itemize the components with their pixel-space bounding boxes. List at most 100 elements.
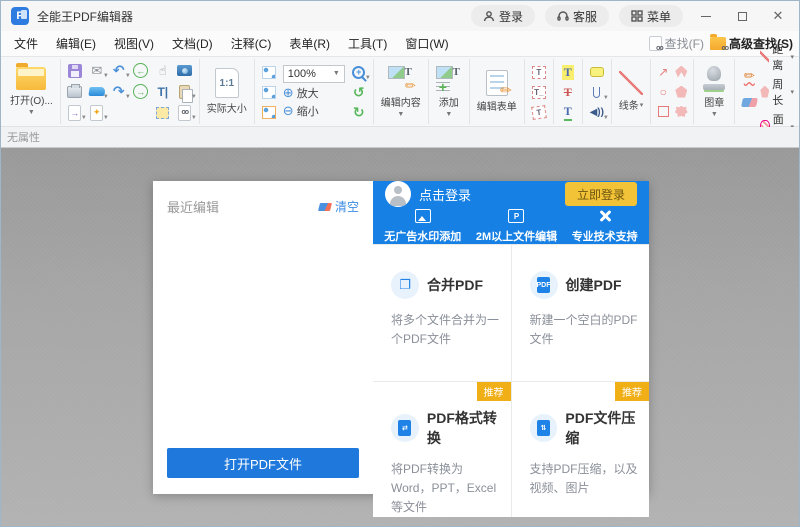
menu-window[interactable]: 窗口(W) [396, 31, 457, 56]
menu-comment[interactable]: 注释(C) [222, 31, 281, 56]
text-box-icon: T [532, 66, 546, 79]
export-button[interactable]: →▼ [64, 102, 86, 123]
snapshot-button[interactable] [174, 60, 196, 81]
previous-view-button[interactable]: ← [130, 60, 152, 81]
zoom-level-select[interactable]: 100%▼ [283, 65, 345, 83]
menu-file[interactable]: 文件 [5, 31, 47, 56]
pencil-tool-button[interactable]: ✏ [738, 66, 760, 87]
create-pdf-card[interactable]: PDF 创建PDF 新建一个空白的PDF文件 [512, 245, 650, 381]
text-select-icon: T| [157, 85, 168, 99]
fit-page-button[interactable] [258, 62, 280, 83]
login-now-button[interactable]: 立即登录 [565, 182, 637, 206]
hand-tool-button[interactable]: ☝ [152, 60, 174, 81]
arrow-shape-button[interactable]: ↗ [655, 64, 671, 80]
next-view-button[interactable]: → [130, 81, 152, 102]
add-button[interactable]: T+ 添加 ▼ [432, 66, 466, 118]
perimeter-tool-button[interactable]: 周长▾ [760, 76, 794, 108]
paste-button[interactable]: ▼ [174, 81, 196, 102]
menu-edit[interactable]: 编辑(E) [47, 31, 105, 56]
clear-recent-button[interactable]: 清空 [319, 198, 359, 215]
menu-bar: 文件 编辑(E) 视图(V) 文档(D) 注释(C) 表单(R) 工具(T) 窗… [1, 31, 799, 57]
scanner-button[interactable]: ▼ [86, 81, 108, 102]
merge-pdf-card[interactable]: ❐ 合并PDF 将多个文件合并为一个PDF文件 [373, 245, 511, 381]
polyline-shape-button[interactable] [673, 64, 689, 80]
toolbar-group-actual-size: 1:1 实际大小 [200, 59, 255, 124]
note-comment-button[interactable] [586, 62, 608, 83]
convert-pdf-card[interactable]: 推荐 ⇄ PDF格式转换 将PDF转换为Word，PPT，Excel等文件 [373, 382, 511, 518]
feature-no-watermark: 无广告水印添加 [384, 209, 461, 244]
menu-label: 菜单 [647, 8, 671, 25]
select-object-button[interactable] [152, 102, 174, 123]
open-pdf-file-button[interactable]: 打开PDF文件 [167, 448, 359, 478]
compress-pdf-card[interactable]: 推荐 ⇅ PDF文件压缩 支持PDF压缩，以及视频、图片 [512, 382, 650, 518]
callout-button[interactable]: T [528, 102, 550, 123]
toolbar-group-zoom: 100%▼ ⊕放大 ⊖缩小 +▼ ↺ ↻ [255, 59, 374, 124]
zoom-out-button[interactable]: ⊖缩小 [283, 103, 345, 119]
circle-shape-button[interactable]: ○ [655, 84, 671, 100]
edit-content-button[interactable]: T✏ 编辑内容 ▼ [377, 66, 425, 118]
pdf-file-icon: P [508, 209, 524, 223]
find-icon [649, 36, 662, 51]
close-button[interactable]: ✕ [765, 5, 791, 27]
eraser-tool-button[interactable] [738, 92, 760, 113]
fit-width-button[interactable] [258, 82, 280, 103]
zoom-in-button[interactable]: ⊕放大 [283, 85, 345, 101]
minimize-button[interactable] [693, 5, 719, 27]
maximize-button[interactable] [729, 5, 755, 27]
menu-tools[interactable]: 工具(T) [339, 31, 396, 56]
attach-file-button[interactable]: ▼ [586, 82, 608, 103]
fit-visible-button[interactable] [258, 102, 280, 123]
rectangle-shape-button[interactable] [655, 104, 671, 120]
pentagon-shape-button[interactable] [673, 84, 689, 100]
line-tool-button[interactable]: 线条▾ [615, 71, 648, 112]
email-icon: ✉ [91, 64, 102, 77]
menu-form[interactable]: 表单(R) [280, 31, 339, 56]
welcome-panel: 最近编辑 清空 打开PDF文件 点击登录 立即登录 无 [153, 181, 649, 494]
stamp-button[interactable]: 图章 ▼ [697, 66, 731, 118]
menu-view[interactable]: 视图(V) [105, 31, 163, 56]
rotate-left-button[interactable]: ↺ [348, 82, 370, 103]
add-icon: T+ [436, 66, 462, 92]
actual-size-button[interactable]: 1:1 实际大小 [203, 68, 251, 115]
print-icon [67, 86, 82, 98]
undo-button[interactable]: ↶▼ [108, 60, 130, 81]
open-file-button[interactable]: 打开(O)... ▼ [6, 67, 57, 116]
recommend-badge: 推荐 [615, 382, 649, 401]
pencil-icon: ✏ [744, 68, 755, 84]
app-identity: P 全能王PDF编辑器 [11, 7, 133, 25]
login-button[interactable]: 登录 [471, 5, 535, 27]
print-button[interactable] [64, 81, 86, 102]
magnifier-icon: + [352, 66, 365, 79]
rotate-right-button[interactable]: ↻ [348, 102, 370, 123]
save-button[interactable] [64, 60, 86, 81]
cloud-shape-button[interactable] [673, 104, 689, 120]
redo-button[interactable]: ↷▼ [108, 81, 130, 102]
advanced-find-icon [710, 37, 726, 50]
menu-document[interactable]: 文档(D) [163, 31, 222, 56]
login-label: 登录 [499, 8, 523, 25]
recent-files-panel: 最近编辑 清空 打开PDF文件 [153, 181, 373, 494]
find-button[interactable]: 查找(F) [649, 35, 704, 52]
new-document-icon: ✦ [90, 105, 103, 121]
text-select-button[interactable]: T| [152, 81, 174, 102]
edit-content-icon: T✏ [388, 66, 414, 92]
edit-form-button[interactable]: 编辑表单 [473, 70, 521, 113]
highlight-button[interactable]: T [557, 62, 579, 83]
customer-service-button[interactable]: 客服 [545, 5, 609, 27]
typewriter-button[interactable]: T_ [528, 82, 550, 103]
new-document-button[interactable]: ✦▼ [86, 102, 108, 123]
text-box-button[interactable]: T [528, 62, 550, 83]
underline-button[interactable]: T [557, 102, 579, 123]
login-prompt[interactable]: 点击登录 [419, 185, 557, 204]
email-button[interactable]: ✉▼ [86, 60, 108, 81]
tools-icon [597, 209, 613, 223]
search-document-button[interactable]: oo▼ [174, 102, 196, 123]
menu-button[interactable]: 菜单 [619, 5, 683, 27]
distance-tool-button[interactable]: 距离▾ [760, 41, 794, 73]
fit-page-icon [262, 66, 276, 79]
audio-comment-button[interactable]: ◀))▼ [586, 102, 608, 123]
loupe-button[interactable]: +▼ [348, 62, 370, 83]
hand-tool-icon: ☝ [159, 63, 167, 79]
toolbar-group-text-boxes: T T_ T [525, 59, 554, 124]
strikethrough-button[interactable]: T [557, 82, 579, 103]
